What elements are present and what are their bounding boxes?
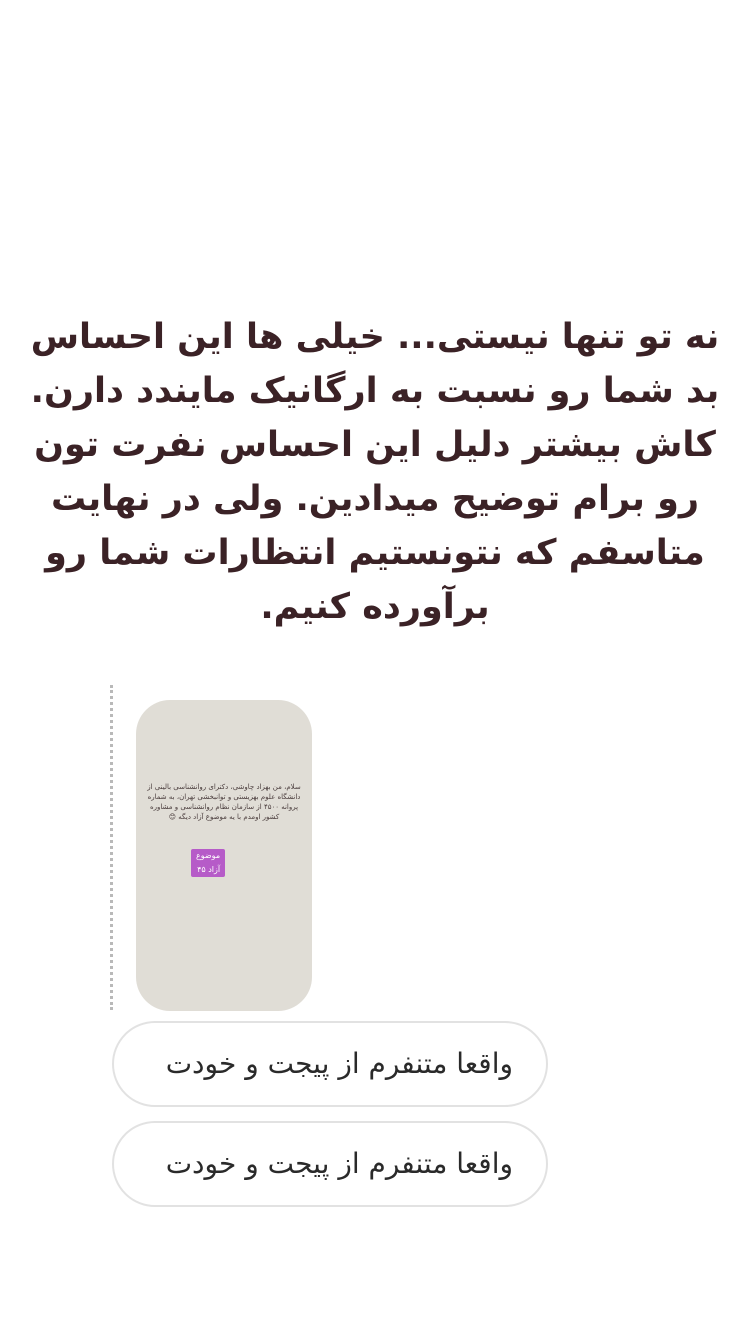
- message-bubble[interactable]: واقعا متنفرم از پیجت و خودت: [112, 1021, 548, 1107]
- reply-thread-line: [110, 685, 119, 1010]
- story-caption: نه تو تنها نیستی... خیلی ها این احساس بد…: [30, 317, 720, 627]
- message-bubble[interactable]: واقعا متنفرم از پیجت و خودت: [112, 1121, 548, 1207]
- replied-story-badge: موضوع آزاد ۴۵: [191, 849, 226, 877]
- replied-story-text: سلام، من بهزاد چاوشی، دکترای روانشناسی ب…: [147, 783, 301, 821]
